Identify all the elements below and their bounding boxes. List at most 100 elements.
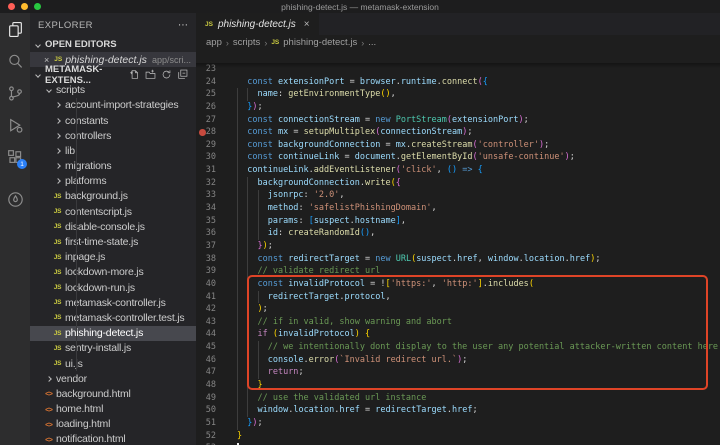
breadcrumb-item[interactable]: JSphishing-detect.js — [271, 37, 357, 48]
breakpoint-icon[interactable] — [199, 129, 206, 136]
line-number[interactable]: 31 — [196, 164, 216, 177]
line-number[interactable]: 47 — [196, 366, 216, 379]
new-file-icon[interactable] — [129, 69, 140, 80]
line-number[interactable]: 35 — [196, 215, 216, 228]
line-number[interactable]: 49 — [196, 392, 216, 405]
code-line[interactable]: 32 backgroundConnection.write({ — [196, 177, 720, 190]
tree-item[interactable]: <>home.html — [30, 402, 196, 417]
code-line[interactable]: 37 }); — [196, 240, 720, 253]
breadcrumb-item[interactable]: ... — [368, 37, 376, 48]
line-number[interactable]: 34 — [196, 202, 216, 215]
workspace-header[interactable]: METAMASK-EXTENS... — [30, 67, 196, 82]
code-line[interactable]: 29 const backgroundConnection = mx.creat… — [196, 139, 720, 152]
code-line[interactable]: 25 name: getEnvironmentType(), — [196, 88, 720, 101]
line-number[interactable]: 52 — [196, 430, 216, 443]
tree-item[interactable]: <>notification.html — [30, 432, 196, 445]
tree-item[interactable]: JSdisable-console.js — [30, 219, 196, 234]
code-line[interactable]: 31 continueLink.addEventListener('click'… — [196, 164, 720, 177]
tree-item[interactable]: controllers — [30, 128, 196, 143]
line-number[interactable]: 51 — [196, 417, 216, 430]
line-number[interactable]: 36 — [196, 227, 216, 240]
tree-item[interactable]: account-import-strategies — [30, 98, 196, 113]
line-number[interactable]: 26 — [196, 101, 216, 114]
run-debug-icon[interactable] — [0, 109, 30, 141]
file-label: vendor — [56, 373, 87, 385]
file-label: migrations — [65, 160, 111, 172]
explorer-icon[interactable] — [0, 13, 30, 45]
line-number[interactable]: 50 — [196, 404, 216, 417]
tree-item[interactable]: <>background.html — [30, 386, 196, 401]
line-number[interactable]: 25 — [196, 88, 216, 101]
code-line[interactable]: 51 }); — [196, 417, 720, 430]
tree-item[interactable]: JSmetamask-controller.js — [30, 295, 196, 310]
line-number[interactable]: 38 — [196, 253, 216, 266]
tree-item[interactable]: JSsentry-install.js — [30, 341, 196, 356]
tree-item[interactable]: JSphishing-detect.js — [30, 326, 196, 341]
tree-item[interactable]: scripts — [30, 83, 196, 98]
code-line[interactable]: 38 const redirectTarget = new URL(suspec… — [196, 253, 720, 266]
line-number[interactable]: 40 — [196, 278, 216, 291]
code-line[interactable]: 24 const extensionPort = browser.runtime… — [196, 76, 720, 89]
html-icon: <> — [43, 405, 54, 414]
code-line[interactable]: 35 params: [suspect.hostname], — [196, 215, 720, 228]
code-line[interactable]: 52} — [196, 430, 720, 443]
line-number[interactable]: 42 — [196, 303, 216, 316]
code-line[interactable]: 28 const mx = setupMultiplex(connectionS… — [196, 126, 720, 139]
line-number[interactable]: 32 — [196, 177, 216, 190]
breadcrumb-item[interactable]: app — [206, 37, 222, 48]
line-number[interactable]: 45 — [196, 341, 216, 354]
line-number[interactable]: 29 — [196, 139, 216, 152]
code-line[interactable]: 26 }); — [196, 101, 720, 114]
code-line[interactable]: 33 jsonrpc: '2.0', — [196, 189, 720, 202]
line-number[interactable]: 46 — [196, 354, 216, 367]
more-actions-icon[interactable]: ⋯ — [178, 20, 188, 31]
new-folder-icon[interactable] — [145, 69, 156, 80]
line-number[interactable]: 44 — [196, 328, 216, 341]
line-number[interactable]: 41 — [196, 291, 216, 304]
file-label: metamask-controller.test.js — [65, 312, 184, 324]
tree-item[interactable]: JSbackground.js — [30, 189, 196, 204]
tree-item[interactable]: JSlockdown-run.js — [30, 280, 196, 295]
line-number[interactable]: 43 — [196, 316, 216, 329]
js-icon: JS — [52, 314, 63, 321]
breadcrumb-label: phishing-detect.js — [283, 37, 357, 48]
code-line[interactable]: 27 const connectionStream = new PortStre… — [196, 114, 720, 127]
line-number[interactable]: 37 — [196, 240, 216, 253]
tree-item[interactable]: JSui.js — [30, 356, 196, 371]
code-text: continueLink.addEventListener('click', (… — [216, 164, 483, 177]
tree-item[interactable]: JSfirst-time-state.js — [30, 234, 196, 249]
search-icon[interactable] — [0, 45, 30, 77]
code-text: params: [suspect.hostname], — [216, 215, 406, 228]
refresh-icon[interactable] — [161, 69, 172, 80]
open-editors-header[interactable]: OPEN EDITORS — [30, 37, 196, 52]
source-control-icon[interactable] — [0, 77, 30, 109]
close-tab-icon[interactable]: × — [304, 19, 310, 30]
extensions-icon[interactable]: 1 — [0, 141, 30, 173]
mic-extension-icon[interactable] — [0, 183, 30, 215]
code-line[interactable]: 30 const continueLink = document.getElem… — [196, 151, 720, 164]
tree-item[interactable]: JScontentscript.js — [30, 204, 196, 219]
tree-item[interactable]: vendor — [30, 371, 196, 386]
tab-phishing-detect[interactable]: JS phishing-detect.js × — [196, 13, 319, 35]
code-line[interactable]: 34 method: 'safelistPhishingDomain', — [196, 202, 720, 215]
line-number[interactable]: 27 — [196, 114, 216, 127]
collapse-all-icon[interactable] — [177, 69, 188, 80]
line-number[interactable]: 39 — [196, 265, 216, 278]
code-line[interactable]: 49 // use the validated url instance — [196, 392, 720, 405]
tree-item[interactable]: JSlockdown-more.js — [30, 265, 196, 280]
tree-item[interactable]: migrations — [30, 159, 196, 174]
tree-item[interactable]: lib — [30, 143, 196, 158]
line-number[interactable]: 48 — [196, 379, 216, 392]
tree-item[interactable]: constants — [30, 113, 196, 128]
tree-item[interactable]: JSinpage.js — [30, 250, 196, 265]
breadcrumb-item[interactable]: scripts — [233, 37, 260, 48]
code-line[interactable]: 50 window.location.href = redirectTarget… — [196, 404, 720, 417]
line-number[interactable]: 33 — [196, 189, 216, 202]
line-number[interactable]: 30 — [196, 151, 216, 164]
line-number[interactable]: 24 — [196, 76, 216, 89]
tree-item[interactable]: JSmetamask-controller.test.js — [30, 310, 196, 325]
tree-item[interactable]: <>loading.html — [30, 417, 196, 432]
tree-item[interactable]: platforms — [30, 174, 196, 189]
code-line[interactable]: 36 id: createRandomId(), — [196, 227, 720, 240]
js-icon: JS — [52, 254, 63, 261]
